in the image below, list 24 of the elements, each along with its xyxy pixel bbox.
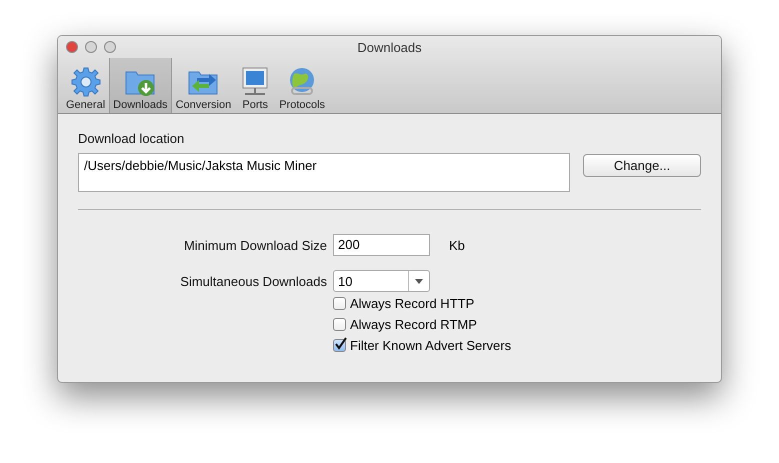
change-button[interactable]: Change...: [583, 154, 701, 177]
toolbar-tab[interactable]: Conversion: [172, 58, 236, 113]
downloads-dropdown[interactable]: 10: [333, 270, 430, 292]
window-title: Downloads: [357, 40, 422, 54]
field-label: Simultaneous Downloads: [179, 274, 327, 288]
zoom-button[interactable]: [104, 41, 116, 53]
field-label: Minimum Download Size: [182, 238, 327, 252]
toolbar-tab[interactable]: Downloads: [109, 58, 172, 113]
checkbox[interactable]: [333, 318, 346, 331]
size-field[interactable]: 200: [333, 234, 430, 256]
checkbox-label: Always Record HTTP: [350, 296, 474, 311]
location-field[interactable]: /Users/debbie/Music/Jaksta Music Miner: [78, 153, 570, 192]
section-label: Download location: [78, 131, 186, 146]
minimize-button[interactable]: [85, 41, 97, 53]
checkbox-label: Filter Known Advert Servers: [350, 338, 512, 353]
checkbox[interactable]: [333, 297, 346, 310]
close-button[interactable]: [66, 41, 78, 53]
toolbar-tab[interactable]: Ports: [235, 58, 276, 113]
toolbar-tab[interactable]: General: [62, 58, 110, 113]
unit-label: Kb: [448, 238, 466, 252]
toolbar-tab[interactable]: Protocols: [275, 58, 330, 113]
gear-icon: [70, 66, 102, 98]
checkbox-label: Always Record RTMP: [350, 317, 477, 332]
checkbox[interactable]: [333, 339, 346, 352]
